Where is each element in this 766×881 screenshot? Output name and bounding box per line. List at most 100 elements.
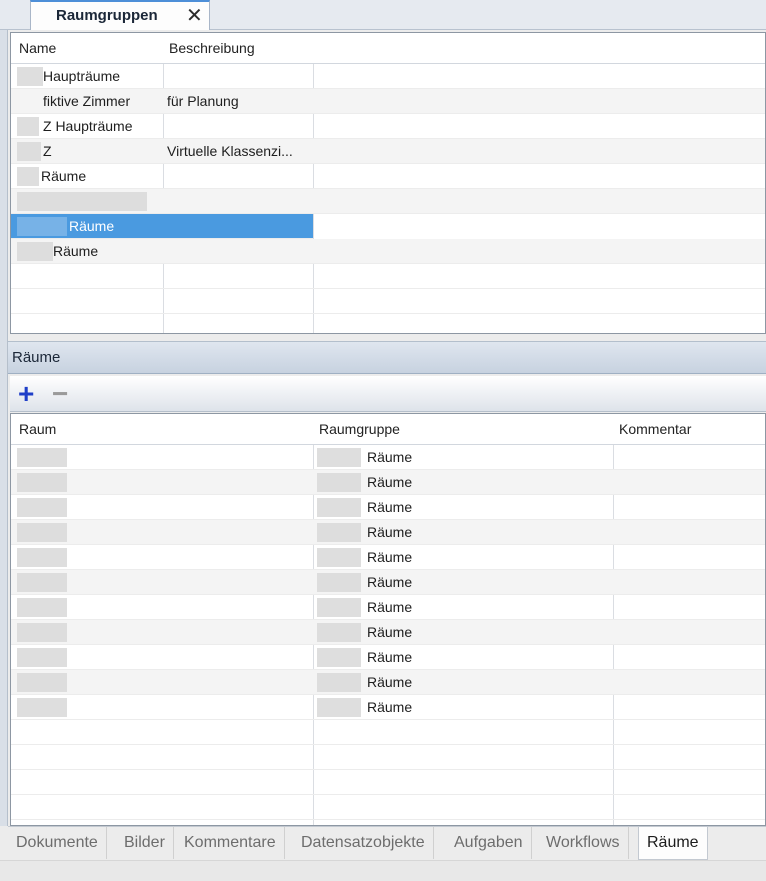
tab-dokumente[interactable]: Dokumente xyxy=(8,827,107,859)
cell-kommentar xyxy=(617,645,765,670)
redacted-area xyxy=(17,242,53,261)
table-row[interactable]: Räume xyxy=(11,545,765,570)
raeume-grid: Raum Raumgruppe Kommentar Räume Räume Räum… xyxy=(10,413,766,826)
tab-kommentare[interactable]: Kommentare xyxy=(176,827,285,859)
cell-raum xyxy=(71,670,311,695)
column-header-name[interactable]: Name xyxy=(13,33,163,64)
cell-raum xyxy=(71,520,311,545)
cell-beschreibung xyxy=(167,114,311,139)
table-row[interactable]: Räume xyxy=(11,470,765,495)
cell-raum xyxy=(71,495,311,520)
bottom-tab-bar: Dokumente Bilder Kommentare Datensatzobjekt… xyxy=(8,826,766,860)
cell-beschreibung: Virtuelle Klassenzi... xyxy=(167,143,293,159)
redacted-area xyxy=(17,117,39,136)
redacted-area xyxy=(317,448,361,467)
redacted-area xyxy=(317,548,361,567)
cell-name: Räume xyxy=(41,168,87,184)
cell-beschreibung xyxy=(167,214,311,239)
table-row[interactable]: Räume xyxy=(11,164,765,189)
table-row[interactable]: fiktive Zimmer für Planung xyxy=(11,89,765,114)
redacted-area xyxy=(17,598,67,617)
raumgruppen-grid: Name Beschreibung Haupträume fiktive Zimm… xyxy=(10,32,766,334)
redacted-area xyxy=(17,498,67,517)
tab-r-ume[interactable]: Räume xyxy=(638,827,708,860)
redacted-area xyxy=(17,648,67,667)
redacted-area xyxy=(17,523,67,542)
section-title: Räume xyxy=(12,349,61,366)
cell-raum xyxy=(71,620,311,645)
cell-kommentar xyxy=(617,595,765,620)
tab-bilder[interactable]: Bilder xyxy=(116,827,174,859)
cell-raumgruppe: Räume xyxy=(367,524,413,540)
cell-raum xyxy=(71,570,311,595)
column-header-beschreibung[interactable]: Beschreibung xyxy=(163,33,313,64)
redacted-area xyxy=(17,167,39,186)
cell-raumgruppe: Räume xyxy=(367,449,413,465)
redacted-area xyxy=(17,448,67,467)
cell-raum xyxy=(71,695,311,720)
tab-aufgaben[interactable]: Aufgaben xyxy=(446,827,532,859)
column-header-raumgruppe[interactable]: Raumgruppe xyxy=(313,414,613,445)
redacted-area xyxy=(317,473,361,492)
redacted-area xyxy=(17,548,67,567)
raeume-header: Raum Raumgruppe Kommentar xyxy=(11,414,765,445)
redacted-area xyxy=(17,623,67,642)
tab-datensatzobjekte[interactable]: Datensatzobjekte xyxy=(293,827,434,859)
cell-beschreibung xyxy=(167,164,311,189)
table-row[interactable] xyxy=(11,189,765,214)
cell-name xyxy=(11,189,161,214)
cell-kommentar xyxy=(617,495,765,520)
status-bar xyxy=(0,860,766,881)
close-icon[interactable]: ✕ xyxy=(186,4,203,28)
redacted-area xyxy=(317,673,361,692)
table-row[interactable]: Räume xyxy=(11,570,765,595)
empty-row xyxy=(11,770,765,795)
redacted-area xyxy=(317,623,361,642)
column-header-raum[interactable]: Raum xyxy=(13,414,313,445)
cell-raumgruppe: Räume xyxy=(367,474,413,490)
redacted-area xyxy=(317,573,361,592)
tab-title: Raumgruppen xyxy=(56,7,158,24)
empty-row xyxy=(11,795,765,820)
cell-raumgruppe: Räume xyxy=(367,699,413,715)
empty-row xyxy=(11,264,765,289)
table-row[interactable]: Räume xyxy=(11,239,765,264)
table-row[interactable]: Räume xyxy=(11,670,765,695)
table-row[interactable]: Räume xyxy=(11,645,765,670)
table-row[interactable]: Räume xyxy=(11,695,765,720)
cell-kommentar xyxy=(617,520,765,545)
tab-raumgruppen[interactable]: Raumgruppen ✕ xyxy=(30,0,210,30)
cell-beschreibung: für Planung xyxy=(167,93,239,109)
redacted-area xyxy=(17,698,67,717)
table-row[interactable]: Z Virtuelle Klassenzi... xyxy=(11,139,765,164)
left-edge-panel xyxy=(0,30,8,826)
cell-raumgruppe: Räume xyxy=(367,549,413,565)
table-row[interactable]: Haupträume xyxy=(11,64,765,89)
redacted-area xyxy=(317,648,361,667)
column-header-kommentar[interactable]: Kommentar xyxy=(613,414,765,445)
table-row[interactable]: Räume xyxy=(11,520,765,545)
cell-kommentar xyxy=(617,695,765,720)
redacted-area xyxy=(317,698,361,717)
table-row[interactable]: Räume xyxy=(11,620,765,645)
cell-raum xyxy=(71,470,311,495)
add-icon[interactable]: + xyxy=(18,379,34,409)
remove-icon[interactable]: − xyxy=(52,379,68,409)
cell-raum xyxy=(71,645,311,670)
cell-kommentar xyxy=(617,670,765,695)
cell-name: Räume xyxy=(53,243,99,259)
raeume-section-header: Räume xyxy=(8,341,766,374)
redacted-area xyxy=(17,573,67,592)
table-row[interactable]: Räume xyxy=(11,595,765,620)
cell-raumgruppe: Räume xyxy=(367,624,413,640)
cell-name: Z xyxy=(43,143,52,159)
cell-raumgruppe: Räume xyxy=(367,649,413,665)
table-row[interactable]: Räume xyxy=(11,214,313,239)
table-row[interactable]: Z Haupträume xyxy=(11,114,765,139)
tab-workflows[interactable]: Workflows xyxy=(538,827,629,859)
table-row[interactable]: Räume xyxy=(11,445,765,470)
raeume-toolbar: + − xyxy=(10,376,766,412)
table-row[interactable]: Räume xyxy=(11,495,765,520)
empty-row xyxy=(11,745,765,770)
cell-beschreibung xyxy=(167,189,311,214)
